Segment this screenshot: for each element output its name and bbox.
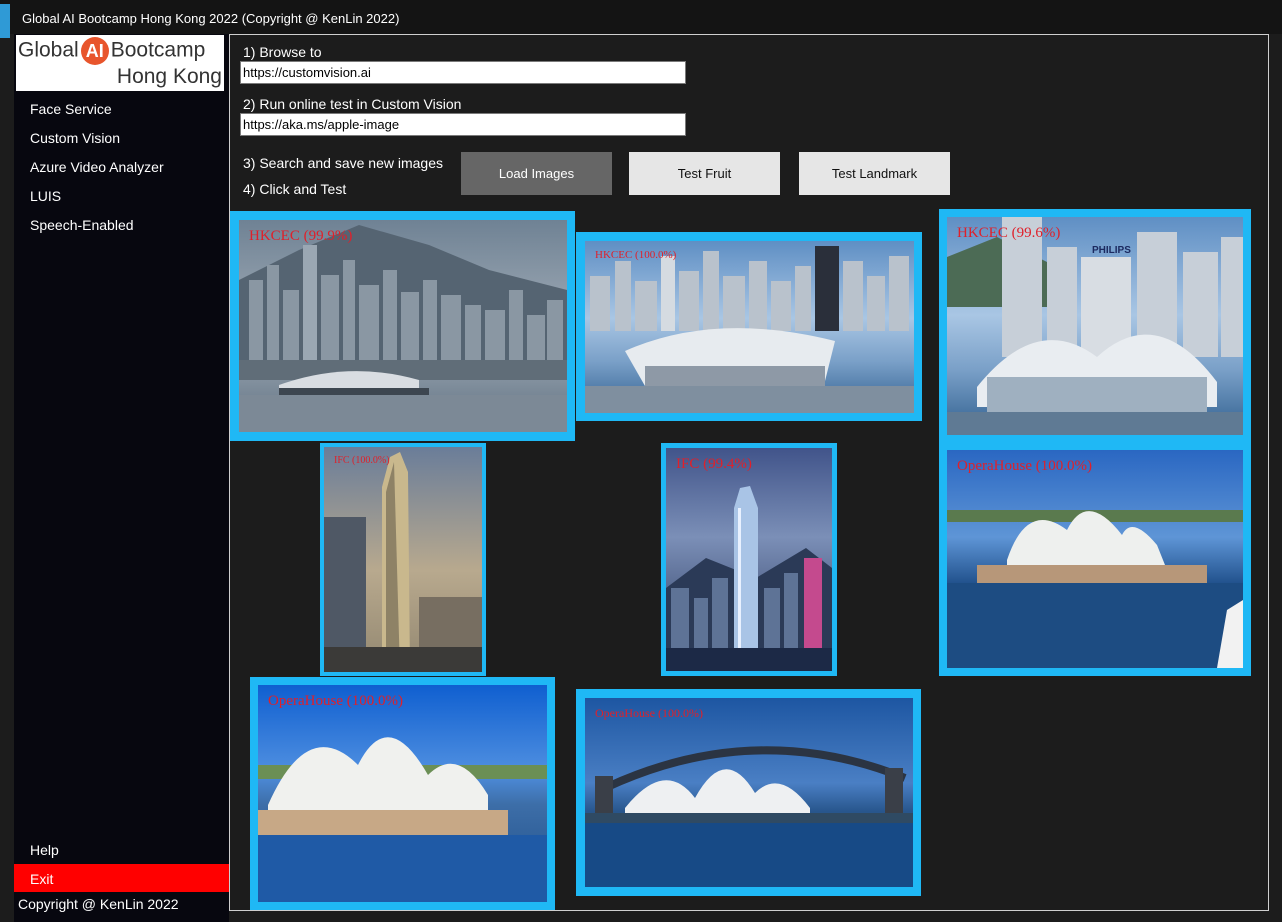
opera-house-closeup-illustration	[258, 737, 547, 902]
step3-label: 3) Search and save new images	[243, 155, 443, 171]
photo-hkcec-closeup: PHILIPS HKCEC (99.6%)	[947, 217, 1243, 435]
sidebar-item-azure-video-analyzer[interactable]: Azure Video Analyzer	[30, 159, 164, 175]
photo-ifc-dusk: IFC (100.0%)	[324, 447, 482, 672]
result-card[interactable]: HKCEC (99.9%)	[230, 211, 575, 441]
result-card[interactable]: IFC (100.0%)	[320, 443, 486, 676]
copyright-text: Copyright @ KenLin 2022	[18, 896, 179, 912]
exit-label: Exit	[30, 871, 54, 887]
window-accent	[0, 4, 10, 38]
logo-text-global: Global	[18, 38, 79, 62]
help-button[interactable]: Help	[30, 842, 59, 858]
photo-hkcec-harbour: HKCEC (99.9%)	[239, 220, 567, 432]
instructions-panel: 1) Browse to 2) Run online test in Custo…	[229, 34, 1269, 210]
hkcec-aerial-illustration	[585, 246, 914, 413]
ifc-dusk-illustration	[324, 452, 482, 672]
photo-opera-house-closeup: OperaHouse (100.0%)	[258, 685, 547, 902]
step1-label: 1) Browse to	[243, 44, 322, 60]
photo-opera-house-bridge: OperaHouse (100.0%)	[585, 698, 913, 887]
logo-ai-badge: AI	[80, 37, 109, 65]
result-card[interactable]: OperaHouse (100.0%)	[939, 442, 1251, 676]
logo-line2: Hong Kong	[116, 65, 222, 88]
result-card[interactable]: PHILIPS HKCEC (99.6%)	[939, 209, 1251, 442]
photo-ifc-night: IFC (99.4%)	[666, 448, 832, 671]
result-card[interactable]: HKCEC (100.0%)	[576, 232, 922, 421]
logo-line1: Global AI Bootcamp	[18, 37, 205, 65]
photo-opera-house-wide: OperaHouse (100.0%)	[947, 450, 1243, 668]
step4-label: 4) Click and Test	[243, 181, 347, 197]
test-fruit-button[interactable]: Test Fruit	[629, 152, 780, 195]
sidebar: Global AI Bootcamp Hong Kong Face Service …	[14, 34, 229, 922]
title-bar: Global AI Bootcamp Hong Kong 2022 (Copyr…	[0, 0, 1282, 38]
load-images-button[interactable]: Load Images	[461, 152, 612, 195]
prediction-label: IFC (99.4%)	[676, 456, 752, 472]
results-gallery: HKCEC (99.9%) HKCEC (100.0%) PHILIPS HKC…	[229, 208, 1269, 911]
photo-hkcec-aerial: HKCEC (100.0%)	[585, 241, 914, 413]
result-card[interactable]: OperaHouse (100.0%)	[250, 677, 555, 910]
sidebar-item-luis[interactable]: LUIS	[30, 188, 61, 204]
global-ai-bootcamp-logo: Global AI Bootcamp Hong Kong	[16, 35, 224, 91]
prediction-label: HKCEC (99.9%)	[249, 228, 353, 244]
philips-sign: PHILIPS	[1092, 245, 1131, 256]
prediction-label: HKCEC (100.0%)	[595, 249, 677, 261]
ifc-night-illustration	[666, 486, 832, 671]
logo-text-bootcamp: Bootcamp	[110, 38, 206, 62]
window-title: Global AI Bootcamp Hong Kong 2022 (Copyr…	[22, 11, 400, 26]
step2-label: 2) Run online test in Custom Vision	[243, 96, 462, 112]
prediction-label: OperaHouse (100.0%)	[957, 458, 1092, 474]
apple-image-url-field[interactable]	[240, 113, 686, 136]
custom-vision-url-field[interactable]	[240, 61, 686, 84]
opera-bridge-illustration	[585, 746, 913, 887]
sidebar-item-face-service[interactable]: Face Service	[30, 101, 112, 117]
test-landmark-button[interactable]: Test Landmark	[799, 152, 950, 195]
prediction-label: OperaHouse (100.0%)	[268, 693, 403, 709]
prediction-label: IFC (100.0%)	[334, 455, 390, 466]
sidebar-item-speech-enabled[interactable]: Speech-Enabled	[30, 217, 134, 233]
result-card[interactable]: IFC (99.4%)	[661, 443, 837, 676]
result-card[interactable]: OperaHouse (100.0%)	[576, 689, 921, 896]
exit-button[interactable]: Exit	[14, 864, 229, 892]
hkcec-skyline-illustration	[239, 225, 567, 432]
prediction-label: OperaHouse (100.0%)	[595, 706, 703, 720]
prediction-label: HKCEC (99.6%)	[957, 225, 1061, 241]
sidebar-item-custom-vision[interactable]: Custom Vision	[30, 130, 120, 146]
opera-house-wide-illustration	[947, 510, 1243, 668]
